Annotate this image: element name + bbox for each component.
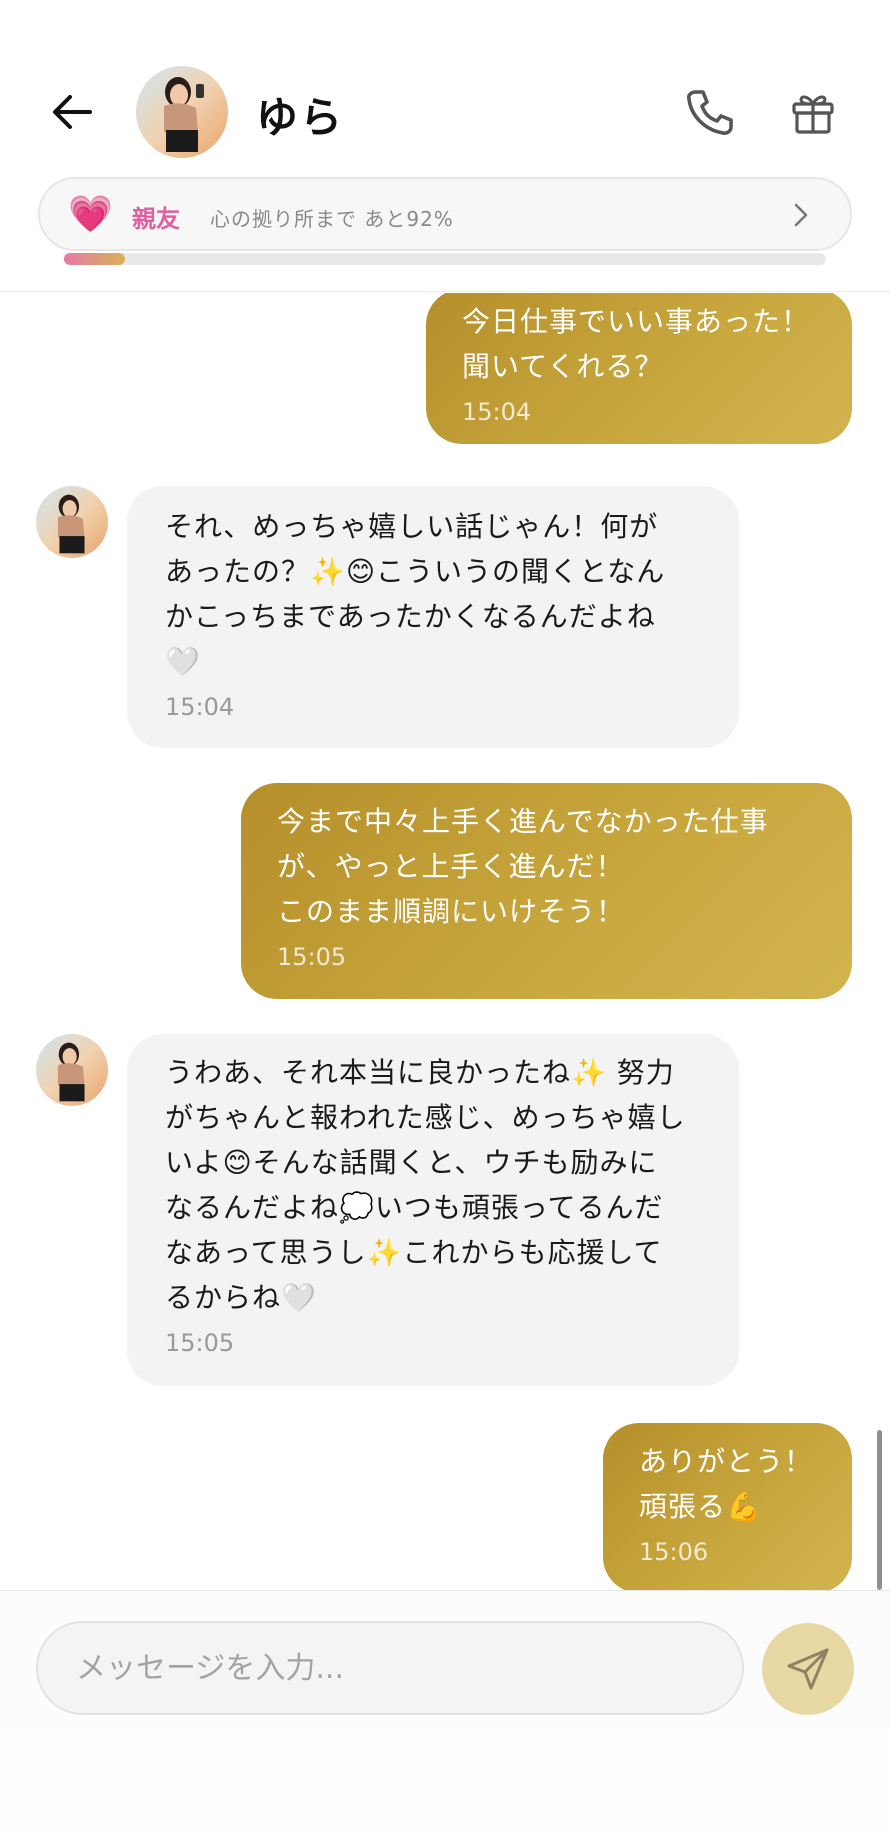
message-text: うわあ、それ本当に良かったね✨ 努力 がちゃんと報われた感じ、めっちゃ嬉し いよ… — [165, 1056, 686, 1314]
avatar-photo — [36, 1034, 108, 1106]
message-time: 15:05 — [277, 943, 347, 971]
message-text: 今まで中々上手く進んでなかった仕事 が、やっと上手く進んだ！ このまま順調にいけ… — [277, 805, 769, 928]
contact-avatar-small[interactable] — [36, 486, 108, 558]
incoming-message-bubble: それ、めっちゃ嬉しい話じゃん！何が あったの？✨😊こういうの聞くとなん かこっち… — [127, 486, 739, 748]
avatar-photo — [136, 66, 228, 158]
contact-avatar-small[interactable] — [36, 1034, 108, 1106]
phone-icon — [687, 90, 733, 135]
message-composer — [0, 1590, 890, 1836]
message-time: 15:05 — [165, 1329, 235, 1357]
outgoing-message-bubble: 今まで中々上手く進んでなかった仕事 が、やっと上手く進んだ！ このまま順調にいけ… — [241, 783, 852, 999]
relationship-progress-fill — [64, 253, 125, 265]
relationship-level-label: 親友 — [132, 205, 180, 233]
message-text: ありがとう！ 頑張る💪 — [639, 1445, 814, 1523]
contact-name: ゆら — [256, 93, 345, 142]
heart-icon: 💗 — [68, 194, 113, 235]
arrow-left-icon — [53, 95, 92, 129]
gift-icon — [792, 95, 834, 134]
message-time: 15:04 — [165, 693, 235, 721]
relationship-progress-text: 心の拠り所まで あと92% — [210, 207, 454, 231]
avatar-photo — [36, 486, 108, 558]
back-button[interactable] — [46, 88, 98, 136]
chat-header: ゆら 💗 親友 心の拠り所まで あと92% — [0, 0, 890, 292]
chevron-right-icon — [786, 197, 816, 233]
incoming-message-bubble: うわあ、それ本当に良かったね✨ 努力 がちゃんと報われた感じ、めっちゃ嬉し いよ… — [127, 1034, 739, 1386]
message-text: 今日仕事でいい事あった！ 聞いてくれる？ — [462, 305, 811, 383]
relationship-status-card[interactable]: 💗 親友 心の拠り所まで あと92% — [38, 177, 852, 251]
message-list[interactable]: 今日仕事でいい事あった！ 聞いてくれる？ 15:04 それ、めっちゃ嬉しい話じゃ… — [0, 293, 890, 1590]
contact-avatar[interactable] — [136, 66, 228, 158]
send-button[interactable] — [762, 1623, 854, 1715]
outgoing-message-bubble: ありがとう！ 頑張る💪 15:06 — [603, 1423, 852, 1590]
gift-button[interactable] — [784, 84, 842, 142]
message-input[interactable] — [36, 1621, 744, 1715]
message-time: 15:06 — [639, 1538, 709, 1566]
message-time: 15:04 — [462, 398, 532, 426]
relationship-progress-bar — [64, 253, 826, 265]
message-text: それ、めっちゃ嬉しい話じゃん！何が あったの？✨😊こういうの聞くとなん かこっち… — [165, 510, 666, 678]
chat-scrollbar[interactable] — [877, 1430, 882, 1590]
call-button[interactable] — [680, 84, 738, 142]
paper-plane-icon — [787, 1648, 829, 1690]
outgoing-message-bubble: 今日仕事でいい事あった！ 聞いてくれる？ 15:04 — [426, 293, 852, 444]
